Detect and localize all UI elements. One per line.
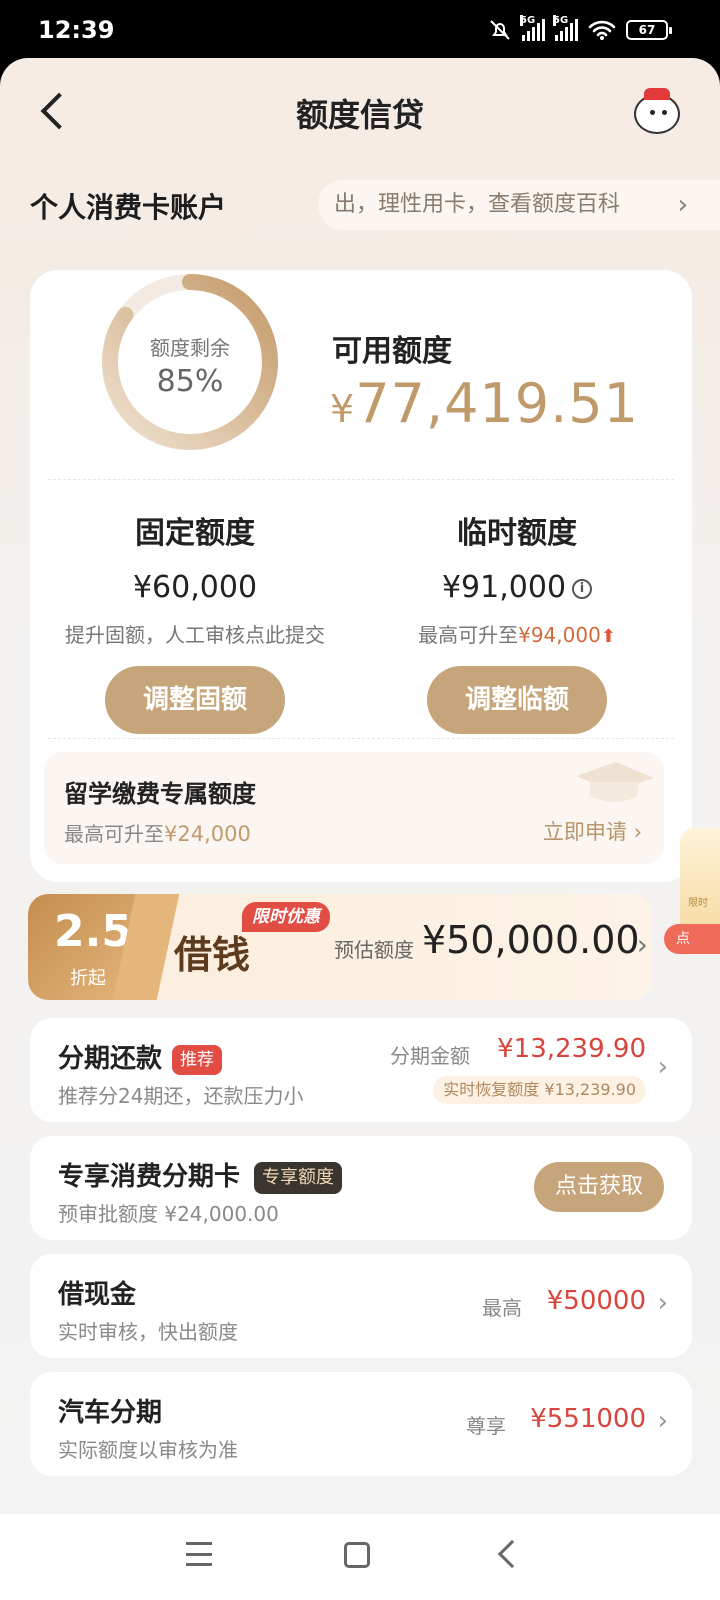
installment-title-text: 分期还款 (58, 1044, 163, 1074)
currency-symbol: ¥ (330, 387, 356, 431)
fixed-limit-amount: ¥60,000 (132, 570, 258, 605)
side-promo-text: 限时 (688, 898, 708, 909)
account-title: 个人消费卡账户 (30, 191, 227, 224)
status-bar: 12:39 5G 5G 67 (0, 0, 720, 62)
remaining-percent: 85% (156, 364, 224, 399)
home-icon[interactable] (344, 1542, 370, 1568)
temp-limit-label: 临时额度 (457, 516, 577, 551)
car-installment-value: ¥551000 (530, 1404, 646, 1434)
adjust-temp-button[interactable]: 调整临额 (427, 666, 607, 734)
battery-icon: 67 (626, 20, 672, 40)
fixed-limit-note[interactable]: 提升固额，人工审核点此提交 (30, 619, 360, 648)
study-title: 留学缴费专属额度 (64, 780, 256, 808)
exclusive-limit-tag: 专享额度 (254, 1161, 343, 1194)
discount-suffix: 折起 (70, 968, 106, 989)
divider (48, 738, 674, 739)
signal-1-icon: 5G (520, 15, 545, 41)
car-installment-subtitle: 实际额度以审核为准 (58, 1438, 238, 1462)
side-promo-tag: 点 (664, 924, 720, 954)
recommend-tag: 推荐 (172, 1044, 223, 1075)
chevron-right-icon: › (657, 1288, 668, 1318)
chevron-right-icon: › (657, 1406, 668, 1436)
menu-icon[interactable] (186, 1542, 212, 1566)
chevron-right-icon: › (677, 190, 688, 220)
info-icon[interactable]: i (572, 578, 593, 599)
chevron-right-icon: › (657, 1052, 668, 1082)
exclusive-card-row[interactable]: 专享消费分期卡 专享额度 预审批额度 ¥24,000.00 点击获取 (30, 1136, 692, 1240)
estimate-value: ¥50,000.00 (422, 918, 640, 962)
temp-max-value: ¥94,000 (518, 623, 601, 647)
estimate-label: 预估额度 (334, 938, 414, 962)
system-nav-bar (0, 1514, 720, 1600)
mascot-icon[interactable] (634, 88, 680, 134)
restore-limit-pill: 实时恢复额度 ¥13,239.90 (433, 1076, 646, 1104)
available-label: 可用额度 (332, 334, 452, 369)
remaining-label: 额度剩余 (150, 336, 230, 360)
page: 额度信贷 个人消费卡账户 出，理性用卡，查看额度百科 › 额度剩余 85% 可用… (0, 58, 720, 1514)
car-installment-row[interactable]: 汽车分期 实际额度以审核为准 尊享 ¥551000 › (30, 1372, 692, 1476)
status-time: 12:39 (38, 16, 115, 44)
installment-title: 分期还款 推荐 (58, 1038, 223, 1075)
limited-offer-tag: 限时优惠 (242, 902, 330, 932)
chevron-right-icon: › (636, 928, 648, 961)
cash-loan-row[interactable]: 借现金 实时审核，快出额度 最高 ¥50000 › (30, 1254, 692, 1358)
remaining-ring (102, 274, 278, 450)
exclusive-card-title: 专享消费分期卡 专享额度 (58, 1156, 343, 1194)
installment-subtitle: 推荐分24期还，还款压力小 (58, 1084, 304, 1108)
arrow-up-icon: ⬆ (600, 626, 616, 647)
temp-limit-section: 临时额度 ¥91,000 i 最高可升至¥94,000⬆ 调整临额 (352, 508, 682, 734)
installment-amount-value: ¥13,239.90 (497, 1034, 646, 1064)
temp-limit-row: ¥91,000 i (352, 570, 682, 605)
click-get-button[interactable]: 点击获取 (534, 1162, 664, 1212)
borrow-title: 借钱 (174, 932, 251, 977)
car-installment-title: 汽车分期 (58, 1398, 163, 1428)
side-promo-peek[interactable]: 限时 点 (664, 828, 720, 954)
exclusive-card-title-text: 专享消费分期卡 (58, 1162, 241, 1192)
available-amount: ¥77,419.51 (330, 372, 639, 435)
graduation-cap-icon (576, 762, 654, 802)
header: 额度信贷 (0, 58, 720, 168)
car-installment-label: 尊享 (466, 1414, 506, 1438)
discount-badge: 2.5 折起 (28, 894, 146, 1000)
fixed-limit-label: 固定额度 (135, 516, 255, 551)
credit-tip-text: 出，理性用卡，查看额度百科 (334, 192, 621, 217)
study-note: 最高可升至¥24,000 (64, 818, 251, 847)
back-icon[interactable] (497, 1539, 527, 1569)
credit-tip-banner[interactable]: 出，理性用卡，查看额度百科 › (318, 180, 720, 230)
cash-loan-max-value: ¥50000 (546, 1286, 646, 1316)
cash-loan-subtitle: 实时审核，快出额度 (58, 1320, 238, 1344)
temp-limit-note: 最高可升至¥94,000⬆ (352, 619, 682, 648)
cash-loan-title: 借现金 (58, 1280, 137, 1310)
borrow-banner[interactable]: 2.5 折起 限时优惠 借钱 预估额度 ¥50,000.00 › (28, 894, 652, 1000)
temp-limit-amount: ¥91,000 (441, 570, 567, 605)
divider (48, 479, 674, 480)
available-value: 77,419.51 (355, 372, 640, 435)
credit-summary-card: 额度剩余 85% 可用额度 ¥77,419.51 固定额度 ¥60,000 提升… (30, 270, 692, 882)
wifi-icon (588, 20, 616, 40)
installment-repay-row[interactable]: 分期还款 推荐 推荐分24期还，还款压力小 分期金额 ¥13,239.90 实时恢… (30, 1018, 692, 1122)
mute-bell-icon (490, 20, 510, 40)
exclusive-card-subtitle: 预审批额度 ¥24,000.00 (58, 1202, 279, 1226)
fixed-limit-section: 固定额度 ¥60,000 提升固额，人工审核点此提交 调整固额 (30, 508, 360, 734)
signal-2-icon: 5G (553, 15, 578, 41)
study-note-prefix: 最高可升至 (64, 822, 164, 846)
discount-value: 2.5 (54, 906, 132, 957)
adjust-fixed-button[interactable]: 调整固额 (105, 666, 285, 734)
page-title: 额度信贷 (295, 96, 424, 134)
status-icons: 5G 5G 67 (488, 15, 672, 42)
cash-loan-max-label: 最高 (482, 1296, 522, 1320)
installment-amount-label: 分期金额 (390, 1044, 470, 1068)
study-abroad-card[interactable]: 留学缴费专属额度 最高可升至¥24,000 立即申请 › (44, 752, 664, 864)
study-max-value: ¥24,000 (164, 822, 251, 846)
apply-now-link[interactable]: 立即申请 › (543, 816, 642, 846)
temp-note-prefix: 最高可升至 (418, 623, 519, 647)
